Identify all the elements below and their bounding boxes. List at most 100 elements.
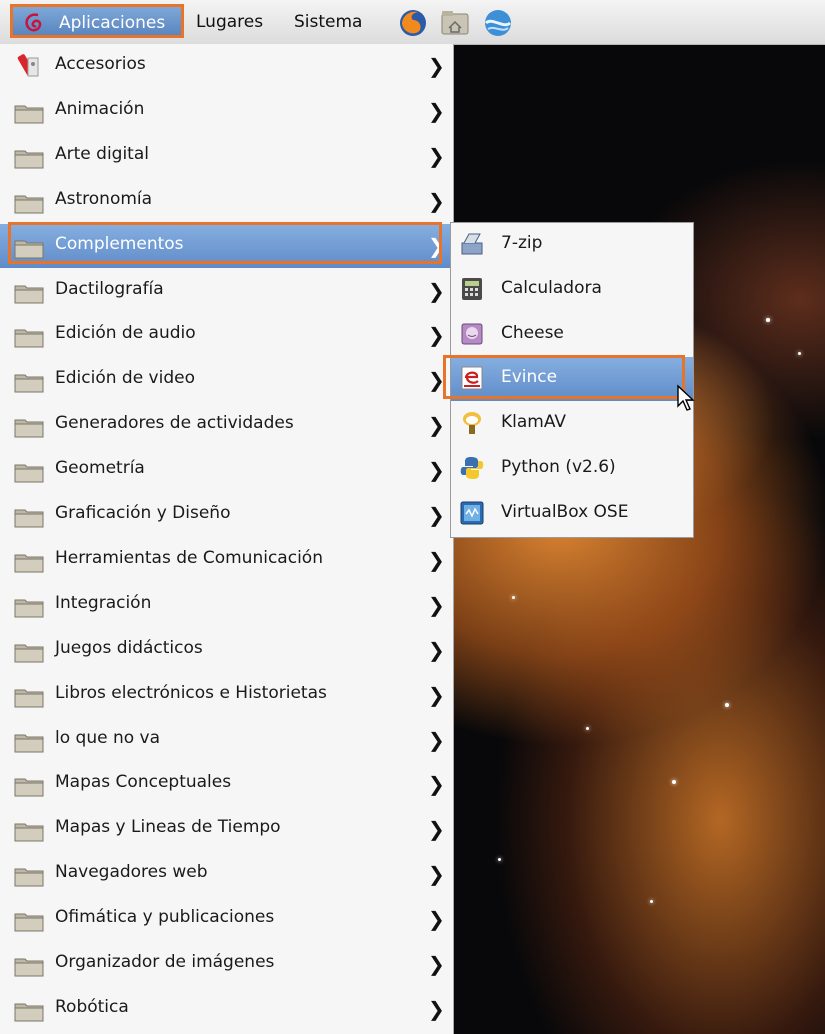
folder-icon bbox=[14, 240, 44, 259]
submenu-item[interactable]: Python (v2.6) bbox=[451, 447, 693, 491]
chevron-right-icon: ❯ bbox=[428, 233, 445, 258]
chevron-right-icon: ❯ bbox=[428, 637, 445, 662]
menu-item[interactable]: Graficación y Diseño ❯ bbox=[0, 493, 453, 537]
chevron-right-icon: ❯ bbox=[428, 727, 445, 752]
menu-item[interactable]: Accesorios ❯ bbox=[0, 44, 453, 88]
menu-item-label: Accesorios bbox=[55, 54, 146, 74]
folder-icon bbox=[14, 105, 44, 124]
menu-item-label: Dactilografía bbox=[55, 278, 164, 299]
submenu-item[interactable]: Evince bbox=[451, 357, 693, 402]
menu-item[interactable]: Libros electrónicos e Historietas ❯ bbox=[0, 673, 453, 717]
applications-menu-button[interactable]: Aplicaciones bbox=[10, 4, 184, 38]
menu-item-label: Robótica bbox=[55, 996, 129, 1017]
folder-icon bbox=[14, 1003, 44, 1022]
chevron-right-icon: ❯ bbox=[428, 907, 445, 932]
folder-icon bbox=[14, 868, 44, 887]
star bbox=[725, 703, 729, 707]
folder-icon bbox=[14, 285, 44, 303]
menu-item[interactable]: Dactilografía ❯ bbox=[0, 269, 453, 313]
menu-item-label: Generadores de actividades bbox=[55, 413, 294, 434]
folder-icon bbox=[14, 195, 44, 214]
menu-item[interactable]: Edición de video ❯ bbox=[0, 358, 453, 402]
folder-icon bbox=[14, 913, 44, 932]
folder-icon bbox=[14, 419, 44, 438]
chevron-right-icon: ❯ bbox=[428, 592, 445, 617]
menu-item-label: Edición de audio bbox=[55, 323, 196, 344]
menu-item[interactable]: Geometría ❯ bbox=[0, 448, 453, 492]
menu-item[interactable]: Animación ❯ bbox=[0, 89, 453, 133]
submenu-item-label: Evince bbox=[501, 367, 558, 388]
folder-icon bbox=[14, 329, 44, 348]
webcam-icon bbox=[461, 323, 483, 345]
submenu-item-label: 7-zip bbox=[501, 233, 543, 253]
menu-item[interactable]: Mapas y Lineas de Tiempo ❯ bbox=[0, 807, 453, 851]
menu-item[interactable]: Ofimática y publicaciones ❯ bbox=[0, 897, 453, 941]
menu-item-label: Arte digital bbox=[55, 143, 149, 164]
menu-item-label: Integración bbox=[55, 592, 152, 613]
chevron-right-icon: ❯ bbox=[428, 188, 445, 213]
menu-item-label: Herramientas de Comunicación bbox=[55, 547, 323, 568]
calculator-icon bbox=[462, 277, 482, 300]
menu-item-label: Graficación y Diseño bbox=[55, 503, 231, 523]
submenu-item-label: Python (v2.6) bbox=[501, 457, 616, 477]
folder-icon bbox=[14, 509, 44, 528]
menu-item[interactable]: Robótica ❯ bbox=[0, 987, 453, 1031]
network-icon[interactable] bbox=[482, 8, 514, 38]
menu-item[interactable]: Edición de audio ❯ bbox=[0, 313, 453, 357]
home-folder-icon[interactable] bbox=[440, 8, 470, 36]
menu-item[interactable]: Juegos didácticos ❯ bbox=[0, 628, 453, 672]
menu-item[interactable]: Arte digital ❯ bbox=[0, 134, 453, 178]
debian-logo-icon bbox=[25, 13, 42, 32]
menu-item[interactable]: Complementos ❯ bbox=[0, 223, 453, 268]
folder-icon bbox=[14, 374, 44, 393]
star bbox=[798, 352, 801, 355]
submenu-item[interactable]: 7-zip bbox=[451, 223, 693, 267]
menu-item[interactable]: Navegadores web ❯ bbox=[0, 852, 453, 896]
star bbox=[766, 318, 770, 322]
firefox-icon[interactable] bbox=[398, 8, 428, 38]
chevron-right-icon: ❯ bbox=[428, 682, 445, 707]
places-menu[interactable]: Lugares bbox=[196, 12, 263, 32]
submenu-item-label: VirtualBox OSE bbox=[501, 501, 629, 522]
chevron-right-icon: ❯ bbox=[428, 143, 445, 168]
submenu-item-label: KlamAV bbox=[501, 412, 567, 433]
menu-item[interactable]: lo que no va ❯ bbox=[0, 718, 453, 762]
menu-item-label: Geometría bbox=[55, 458, 145, 479]
star bbox=[586, 727, 589, 730]
menu-item[interactable]: Astronomía ❯ bbox=[0, 179, 453, 223]
system-menu[interactable]: Sistema bbox=[294, 12, 362, 32]
folder-icon bbox=[14, 689, 44, 708]
star bbox=[650, 900, 653, 903]
python-icon bbox=[460, 457, 484, 479]
chevron-right-icon: ❯ bbox=[428, 413, 445, 438]
menu-item[interactable]: Mapas Conceptuales ❯ bbox=[0, 762, 453, 806]
chevron-right-icon: ❯ bbox=[428, 368, 445, 393]
menu-item[interactable]: Organizador de imágenes ❯ bbox=[0, 942, 453, 986]
star bbox=[498, 858, 501, 861]
submenu-item[interactable]: Cheese bbox=[451, 313, 693, 357]
document-viewer-icon bbox=[461, 366, 483, 390]
chevron-right-icon: ❯ bbox=[428, 817, 445, 842]
menu-item[interactable]: Herramientas de Comunicación ❯ bbox=[0, 538, 453, 582]
submenu-item[interactable]: VirtualBox OSE bbox=[451, 492, 693, 536]
archive-icon bbox=[461, 233, 483, 255]
menu-item-label: Mapas y Lineas de Tiempo bbox=[55, 817, 281, 838]
submenu-item-label: Cheese bbox=[501, 322, 564, 343]
submenu-item[interactable]: Calculadora bbox=[451, 268, 693, 312]
menu-item[interactable]: Generadores de actividades ❯ bbox=[0, 403, 453, 447]
submenu-item[interactable]: KlamAV bbox=[451, 402, 693, 446]
chevron-right-icon: ❯ bbox=[428, 862, 445, 887]
chevron-right-icon: ❯ bbox=[428, 54, 445, 78]
chevron-right-icon: ❯ bbox=[428, 996, 445, 1021]
menu-item-label: Animación bbox=[55, 98, 145, 119]
chevron-right-icon: ❯ bbox=[428, 458, 445, 483]
chevron-right-icon: ❯ bbox=[428, 772, 445, 797]
folder-icon bbox=[14, 778, 44, 797]
folder-icon bbox=[14, 644, 44, 663]
applications-label: Aplicaciones bbox=[59, 13, 166, 33]
chevron-right-icon: ❯ bbox=[428, 503, 445, 527]
menu-item-label: Organizador de imágenes bbox=[55, 952, 275, 972]
submenu-item-label: Calculadora bbox=[501, 277, 602, 298]
menu-item[interactable]: Integración ❯ bbox=[0, 583, 453, 627]
menu-item-label: Astronomía bbox=[55, 188, 153, 209]
